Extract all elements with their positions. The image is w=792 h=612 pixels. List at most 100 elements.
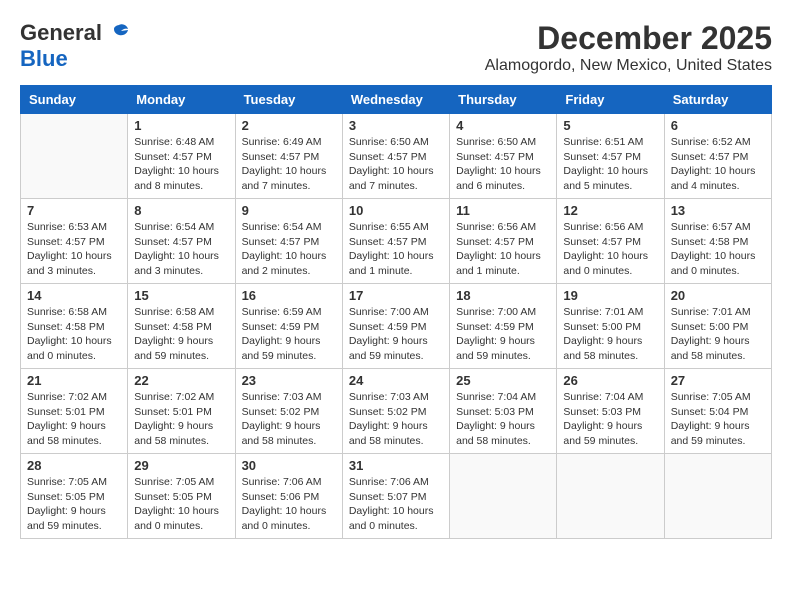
day-number: 14 <box>27 288 121 303</box>
day-number: 24 <box>349 373 443 388</box>
day-number: 26 <box>563 373 657 388</box>
day-number: 15 <box>134 288 228 303</box>
day-number: 11 <box>456 203 550 218</box>
day-number: 16 <box>242 288 336 303</box>
day-number: 13 <box>671 203 765 218</box>
day-number: 27 <box>671 373 765 388</box>
calendar-cell: 18Sunrise: 7:00 AM Sunset: 4:59 PM Dayli… <box>450 284 557 369</box>
day-number: 3 <box>349 118 443 133</box>
day-info: Sunrise: 7:06 AM Sunset: 5:07 PM Dayligh… <box>349 475 443 534</box>
logo-blue-text: Blue <box>20 46 68 71</box>
calendar-cell: 14 Sunrise: 6:58 AM Sunset: 4:58 PM Dayli… <box>21 284 128 369</box>
day-info: Sunrise: 7:03 AM Sunset: 5:02 PM Dayligh… <box>349 390 443 449</box>
day-info: Sunrise: 7:01 AM Sunset: 5:00 PM Dayligh… <box>563 305 657 364</box>
calendar-cell: 8Sunrise: 6:54 AM Sunset: 4:57 PM Daylig… <box>128 199 235 284</box>
day-info: Sunrise: 7:05 AM Sunset: 5:05 PM Dayligh… <box>134 475 228 534</box>
calendar-cell: 13 Sunrise: 6:57 AM Sunset: 4:58 PM Dayli… <box>664 199 771 284</box>
day-info: Sunrise: 6:53 AM Sunset: 4:57 PM Dayligh… <box>27 220 121 279</box>
day-info: Sunrise: 6:58 AM Sunset: 4:58 PM Dayligh… <box>27 305 121 364</box>
calendar-cell: 29 Sunrise: 7:05 AM Sunset: 5:05 PM Dayli… <box>128 454 235 539</box>
calendar-week-row: 7 Sunrise: 6:53 AM Sunset: 4:57 PM Daylig… <box>21 199 772 284</box>
day-info: Sunrise: 6:49 AM Sunset: 4:57 PM Dayligh… <box>242 135 336 194</box>
calendar-cell: 20 Sunrise: 7:01 AM Sunset: 5:00 PM Dayli… <box>664 284 771 369</box>
day-number: 7 <box>27 203 121 218</box>
calendar-cell: 7 Sunrise: 6:53 AM Sunset: 4:57 PM Daylig… <box>21 199 128 284</box>
day-header-thursday: Thursday <box>450 86 557 114</box>
day-info: Sunrise: 7:00 AM Sunset: 4:59 PM Dayligh… <box>349 305 443 364</box>
day-info: Sunrise: 7:05 AM Sunset: 5:05 PM Dayligh… <box>27 475 121 534</box>
day-number: 29 <box>134 458 228 473</box>
calendar-cell: 5 Sunrise: 6:51 AM Sunset: 4:57 PM Daylig… <box>557 114 664 199</box>
calendar-cell <box>450 454 557 539</box>
day-number: 28 <box>27 458 121 473</box>
day-info: Sunrise: 6:59 AM Sunset: 4:59 PM Dayligh… <box>242 305 336 364</box>
calendar-cell: 12 Sunrise: 6:56 AM Sunset: 4:57 PM Dayli… <box>557 199 664 284</box>
day-number: 10 <box>349 203 443 218</box>
calendar-cell: 30Sunrise: 7:06 AM Sunset: 5:06 PM Dayli… <box>235 454 342 539</box>
calendar-cell: 24 Sunrise: 7:03 AM Sunset: 5:02 PM Dayli… <box>342 369 449 454</box>
day-info: Sunrise: 6:57 AM Sunset: 4:58 PM Dayligh… <box>671 220 765 279</box>
day-header-wednesday: Wednesday <box>342 86 449 114</box>
calendar-cell: 11 Sunrise: 6:56 AM Sunset: 4:57 PM Dayli… <box>450 199 557 284</box>
calendar-cell: 15 Sunrise: 6:58 AM Sunset: 4:58 PM Dayli… <box>128 284 235 369</box>
day-info: Sunrise: 7:01 AM Sunset: 5:00 PM Dayligh… <box>671 305 765 364</box>
calendar-cell: 19 Sunrise: 7:01 AM Sunset: 5:00 PM Dayli… <box>557 284 664 369</box>
calendar-cell: 31 Sunrise: 7:06 AM Sunset: 5:07 PM Dayli… <box>342 454 449 539</box>
calendar-cell <box>21 114 128 199</box>
page-header: General Blue December 2025 Alamogordo, N… <box>20 20 772 75</box>
day-info: Sunrise: 6:58 AM Sunset: 4:58 PM Dayligh… <box>134 305 228 364</box>
day-info: Sunrise: 7:04 AM Sunset: 5:03 PM Dayligh… <box>456 390 550 449</box>
calendar-week-row: 1 Sunrise: 6:48 AM Sunset: 4:57 PM Daylig… <box>21 114 772 199</box>
calendar-cell: 22 Sunrise: 7:02 AM Sunset: 5:01 PM Dayli… <box>128 369 235 454</box>
day-number: 25 <box>456 373 550 388</box>
calendar-cell <box>557 454 664 539</box>
calendar-week-row: 21Sunrise: 7:02 AM Sunset: 5:01 PM Dayli… <box>21 369 772 454</box>
day-number: 20 <box>671 288 765 303</box>
calendar-cell: 1 Sunrise: 6:48 AM Sunset: 4:57 PM Daylig… <box>128 114 235 199</box>
day-info: Sunrise: 7:02 AM Sunset: 5:01 PM Dayligh… <box>27 390 121 449</box>
day-info: Sunrise: 7:04 AM Sunset: 5:03 PM Dayligh… <box>563 390 657 449</box>
day-info: Sunrise: 6:52 AM Sunset: 4:57 PM Dayligh… <box>671 135 765 194</box>
day-info: Sunrise: 7:02 AM Sunset: 5:01 PM Dayligh… <box>134 390 228 449</box>
calendar-cell: 21Sunrise: 7:02 AM Sunset: 5:01 PM Dayli… <box>21 369 128 454</box>
day-number: 30 <box>242 458 336 473</box>
title-section: December 2025 Alamogordo, New Mexico, Un… <box>485 20 772 75</box>
day-info: Sunrise: 6:55 AM Sunset: 4:57 PM Dayligh… <box>349 220 443 279</box>
logo: General Blue <box>20 20 130 72</box>
day-number: 22 <box>134 373 228 388</box>
calendar-table: SundayMondayTuesdayWednesdayThursdayFrid… <box>20 85 772 539</box>
calendar-cell: 10 Sunrise: 6:55 AM Sunset: 4:57 PM Dayli… <box>342 199 449 284</box>
day-number: 31 <box>349 458 443 473</box>
calendar-cell: 6Sunrise: 6:52 AM Sunset: 4:57 PM Daylig… <box>664 114 771 199</box>
day-header-sunday: Sunday <box>21 86 128 114</box>
day-number: 5 <box>563 118 657 133</box>
calendar-cell: 16 Sunrise: 6:59 AM Sunset: 4:59 PM Dayli… <box>235 284 342 369</box>
day-info: Sunrise: 6:48 AM Sunset: 4:57 PM Dayligh… <box>134 135 228 194</box>
day-info: Sunrise: 6:56 AM Sunset: 4:57 PM Dayligh… <box>563 220 657 279</box>
day-number: 17 <box>349 288 443 303</box>
day-header-saturday: Saturday <box>664 86 771 114</box>
calendar-cell: 4Sunrise: 6:50 AM Sunset: 4:57 PM Daylig… <box>450 114 557 199</box>
day-info: Sunrise: 6:51 AM Sunset: 4:57 PM Dayligh… <box>563 135 657 194</box>
day-number: 12 <box>563 203 657 218</box>
day-info: Sunrise: 7:03 AM Sunset: 5:02 PM Dayligh… <box>242 390 336 449</box>
day-number: 1 <box>134 118 228 133</box>
day-header-friday: Friday <box>557 86 664 114</box>
calendar-cell: 9 Sunrise: 6:54 AM Sunset: 4:57 PM Daylig… <box>235 199 342 284</box>
logo-general-text: General <box>20 20 102 46</box>
day-number: 4 <box>456 118 550 133</box>
calendar-cell: 25 Sunrise: 7:04 AM Sunset: 5:03 PM Dayli… <box>450 369 557 454</box>
calendar-week-row: 28 Sunrise: 7:05 AM Sunset: 5:05 PM Dayli… <box>21 454 772 539</box>
day-info: Sunrise: 6:50 AM Sunset: 4:57 PM Dayligh… <box>349 135 443 194</box>
day-header-monday: Monday <box>128 86 235 114</box>
day-info: Sunrise: 6:54 AM Sunset: 4:57 PM Dayligh… <box>242 220 336 279</box>
day-header-tuesday: Tuesday <box>235 86 342 114</box>
calendar-cell: 27Sunrise: 7:05 AM Sunset: 5:04 PM Dayli… <box>664 369 771 454</box>
day-number: 19 <box>563 288 657 303</box>
calendar-cell: 2Sunrise: 6:49 AM Sunset: 4:57 PM Daylig… <box>235 114 342 199</box>
day-info: Sunrise: 6:56 AM Sunset: 4:57 PM Dayligh… <box>456 220 550 279</box>
calendar-cell: 17 Sunrise: 7:00 AM Sunset: 4:59 PM Dayli… <box>342 284 449 369</box>
day-number: 9 <box>242 203 336 218</box>
month-title: December 2025 <box>485 20 772 57</box>
calendar-cell: 28 Sunrise: 7:05 AM Sunset: 5:05 PM Dayli… <box>21 454 128 539</box>
